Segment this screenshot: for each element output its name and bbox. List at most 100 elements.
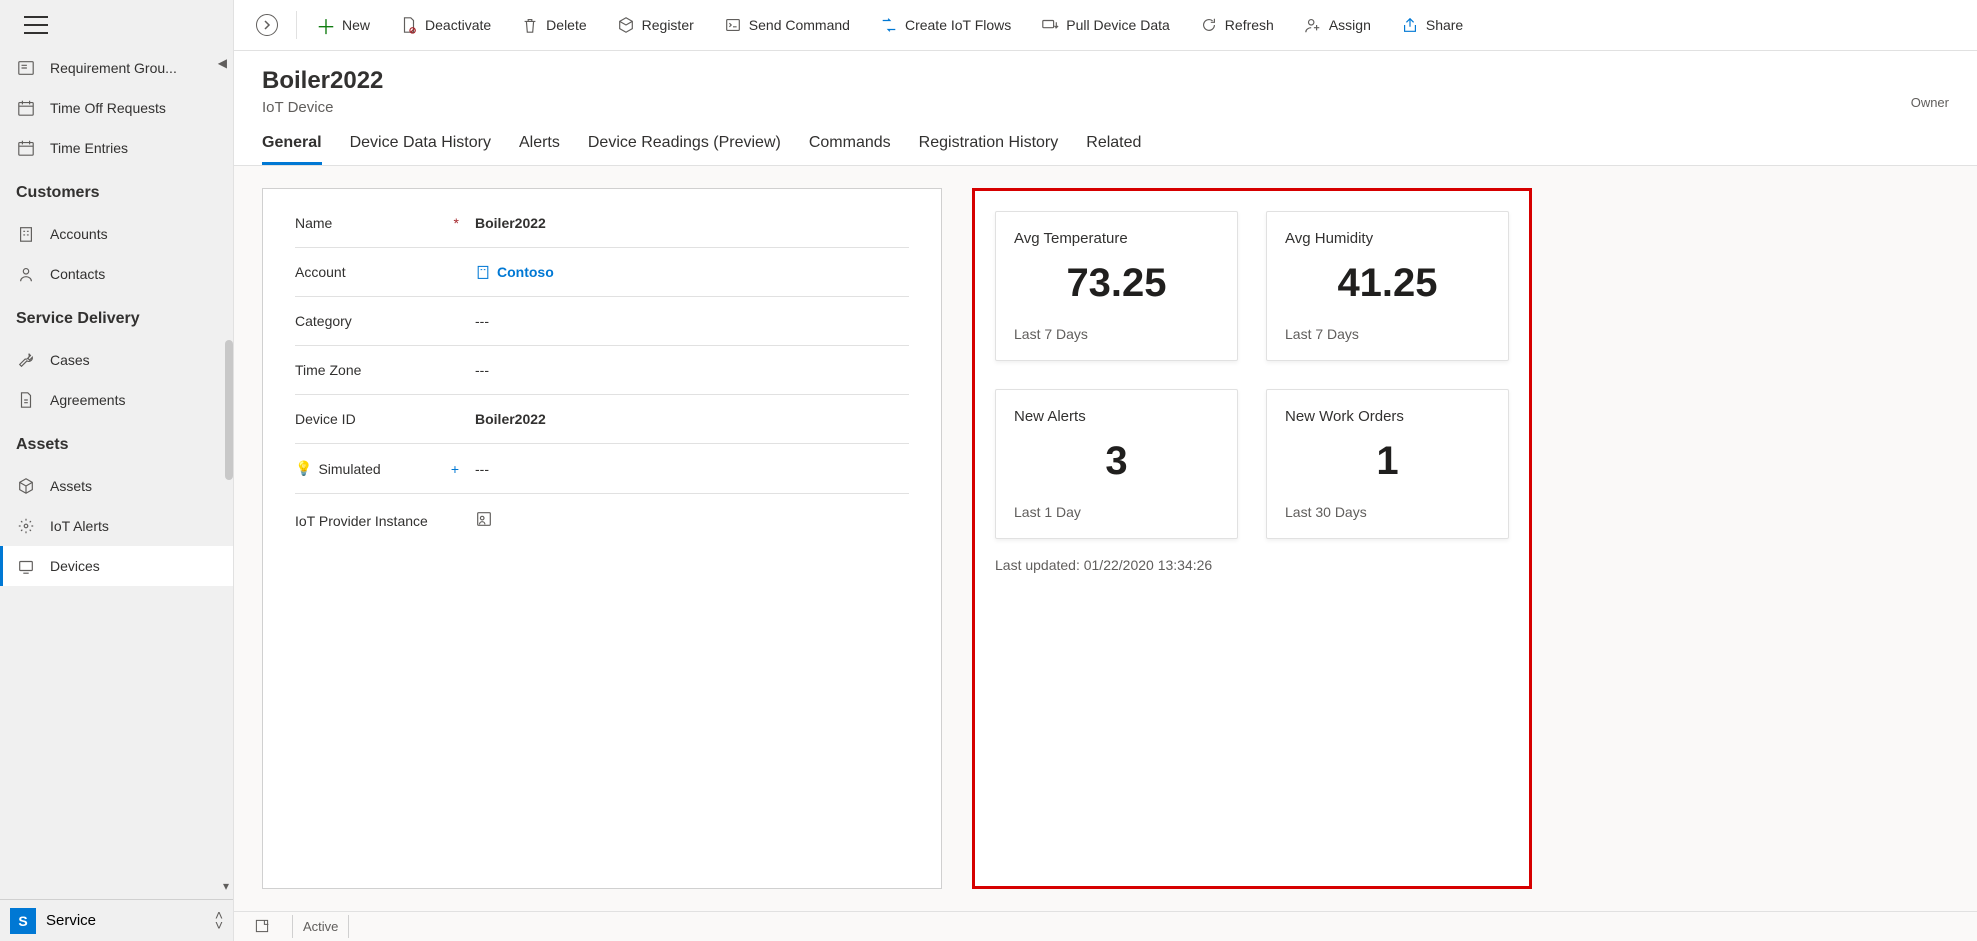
back-button[interactable] bbox=[256, 14, 278, 36]
last-updated: Last updated: 01/22/2020 13:34:26 bbox=[995, 557, 1509, 573]
form-card: Name* Boiler2022 Account Contoso Categor… bbox=[262, 188, 942, 889]
sidebar-item-cases[interactable]: Cases bbox=[0, 340, 233, 380]
chevron-updown-icon[interactable]: ˄˅ bbox=[215, 911, 223, 931]
flow-icon bbox=[880, 16, 898, 34]
entity-type: IoT Device bbox=[262, 99, 1949, 116]
sidebar-item-time-entries[interactable]: Time Entries bbox=[0, 128, 233, 168]
app-switcher[interactable]: S Service ˄˅ bbox=[0, 899, 233, 941]
pull-data-button[interactable]: Pull Device Data bbox=[1031, 10, 1180, 40]
provider-icon bbox=[475, 510, 493, 528]
form-row-deviceid[interactable]: Device ID Boiler2022 bbox=[295, 395, 909, 444]
tab-data-history[interactable]: Device Data History bbox=[350, 134, 491, 165]
sidebar-item-label: Assets bbox=[50, 478, 92, 494]
tile-value: 1 bbox=[1285, 439, 1490, 484]
account-link-text: Contoso bbox=[497, 264, 554, 280]
alert-icon bbox=[16, 516, 36, 536]
sidebar-item-accounts[interactable]: Accounts bbox=[0, 214, 233, 254]
toolbar-label: Delete bbox=[546, 17, 586, 33]
tile-value: 3 bbox=[1014, 439, 1219, 484]
sidebar-item-agreements[interactable]: Agreements bbox=[0, 380, 233, 420]
calendar-icon bbox=[16, 98, 36, 118]
scroll-down-icon[interactable]: ▾ bbox=[223, 879, 229, 893]
person-icon bbox=[16, 264, 36, 284]
tab-registration[interactable]: Registration History bbox=[919, 134, 1059, 165]
collapse-arrow-icon[interactable]: ◀ bbox=[218, 56, 227, 70]
sidebar-item-label: Devices bbox=[50, 558, 100, 574]
nav-title-assets: Assets bbox=[0, 426, 233, 460]
tile-new-alerts[interactable]: New Alerts 3 Last 1 Day bbox=[995, 389, 1238, 539]
toolbar-label: Pull Device Data bbox=[1066, 17, 1170, 33]
tile-title: New Alerts bbox=[1014, 408, 1219, 425]
field-label: IoT Provider Instance bbox=[295, 513, 428, 529]
sidebar-item-label: Cases bbox=[50, 352, 90, 368]
tab-related[interactable]: Related bbox=[1086, 134, 1141, 165]
tab-readings[interactable]: Device Readings (Preview) bbox=[588, 134, 781, 165]
sidebar-item-label: Requirement Grou... bbox=[50, 60, 177, 76]
status-value[interactable]: Active bbox=[292, 915, 349, 938]
form-row-account[interactable]: Account Contoso bbox=[295, 248, 909, 297]
register-button[interactable]: Register bbox=[607, 10, 704, 40]
sidebar-item-requirement-groups[interactable]: Requirement Grou... bbox=[0, 48, 233, 88]
wrench-icon bbox=[16, 350, 36, 370]
refresh-button[interactable]: Refresh bbox=[1190, 10, 1284, 40]
form-row-timezone[interactable]: Time Zone --- bbox=[295, 346, 909, 395]
command-icon bbox=[724, 16, 742, 34]
sidebar-item-assets[interactable]: Assets bbox=[0, 466, 233, 506]
plus-icon: ＋ bbox=[317, 16, 335, 34]
summary-panel: Avg Temperature 73.25 Last 7 Days Avg Hu… bbox=[972, 188, 1532, 889]
sidebar-item-time-off[interactable]: Time Off Requests bbox=[0, 88, 233, 128]
document-icon bbox=[16, 390, 36, 410]
new-button[interactable]: ＋ New bbox=[307, 10, 380, 40]
tile-new-work-orders[interactable]: New Work Orders 1 Last 30 Days bbox=[1266, 389, 1509, 539]
tile-footer: Last 7 Days bbox=[1014, 326, 1219, 342]
field-value-link[interactable]: Contoso bbox=[475, 264, 554, 280]
building-icon bbox=[16, 224, 36, 244]
deactivate-button[interactable]: Deactivate bbox=[390, 10, 501, 40]
form-row-category[interactable]: Category --- bbox=[295, 297, 909, 346]
sidebar-item-iot-alerts[interactable]: IoT Alerts bbox=[0, 506, 233, 546]
record-header: Boiler2022 IoT Device Owner bbox=[234, 51, 1977, 116]
content-area: Name* Boiler2022 Account Contoso Categor… bbox=[234, 166, 1977, 911]
nav-title-customers: Customers bbox=[0, 174, 233, 208]
toolbar-label: Send Command bbox=[749, 17, 850, 33]
share-button[interactable]: Share bbox=[1391, 10, 1473, 40]
tile-value: 41.25 bbox=[1285, 261, 1490, 306]
sidebar: ◀ Requirement Grou... Time Off Requests … bbox=[0, 0, 234, 941]
form-row-name[interactable]: Name* Boiler2022 bbox=[295, 199, 909, 248]
form-row-provider[interactable]: IoT Provider Instance bbox=[295, 494, 909, 547]
form-row-simulated[interactable]: 💡Simulated+ --- bbox=[295, 444, 909, 494]
send-command-button[interactable]: Send Command bbox=[714, 10, 860, 40]
toolbar-label: Register bbox=[642, 17, 694, 33]
tab-commands[interactable]: Commands bbox=[809, 134, 891, 165]
tile-avg-humidity[interactable]: Avg Humidity 41.25 Last 7 Days bbox=[1266, 211, 1509, 361]
create-flows-button[interactable]: Create IoT Flows bbox=[870, 10, 1021, 40]
status-bar: Active bbox=[234, 911, 1977, 941]
tile-value: 73.25 bbox=[1014, 261, 1219, 306]
tile-footer: Last 30 Days bbox=[1285, 504, 1490, 520]
sidebar-item-contacts[interactable]: Contacts bbox=[0, 254, 233, 294]
toolbar-label: Create IoT Flows bbox=[905, 17, 1011, 33]
sidebar-scrollbar[interactable] bbox=[225, 340, 233, 480]
app-badge: S bbox=[10, 908, 36, 934]
device-icon bbox=[16, 556, 36, 576]
delete-button[interactable]: Delete bbox=[511, 10, 596, 40]
tab-general[interactable]: General bbox=[262, 134, 322, 165]
tab-alerts[interactable]: Alerts bbox=[519, 134, 560, 165]
cube-icon bbox=[617, 16, 635, 34]
sidebar-item-devices[interactable]: Devices bbox=[0, 546, 233, 586]
trash-icon bbox=[521, 16, 539, 34]
field-value: Boiler2022 bbox=[475, 215, 546, 231]
toolbar-label: New bbox=[342, 17, 370, 33]
tile-title: Avg Temperature bbox=[1014, 230, 1219, 247]
sidebar-item-label: Time Off Requests bbox=[50, 100, 166, 116]
calendar-icon bbox=[16, 138, 36, 158]
tile-avg-temperature[interactable]: Avg Temperature 73.25 Last 7 Days bbox=[995, 211, 1238, 361]
field-label: Account bbox=[295, 264, 346, 280]
note-icon[interactable] bbox=[254, 918, 272, 936]
hamburger-menu[interactable] bbox=[24, 16, 48, 34]
tab-bar: General Device Data History Alerts Devic… bbox=[234, 116, 1977, 166]
tile-title: Avg Humidity bbox=[1285, 230, 1490, 247]
field-label: Time Zone bbox=[295, 362, 361, 378]
assign-button[interactable]: Assign bbox=[1294, 10, 1381, 40]
field-value: Boiler2022 bbox=[475, 411, 546, 427]
